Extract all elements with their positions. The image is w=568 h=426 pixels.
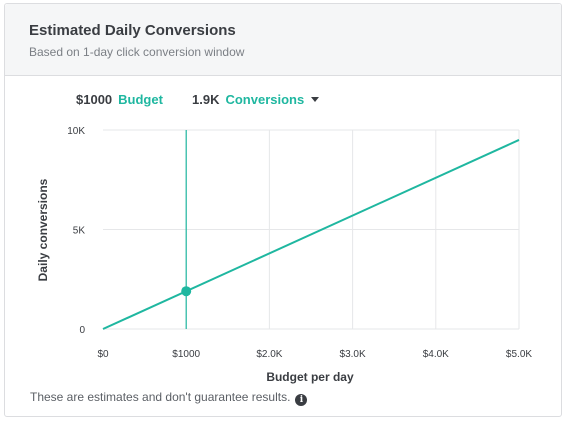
budget-marker-point[interactable] — [181, 286, 192, 297]
conversions-line — [102, 139, 520, 330]
y-tick-label: 5K — [73, 226, 86, 237]
x-axis-label: Budget per day — [266, 370, 354, 384]
x-tick-label: $4.0K — [423, 349, 449, 360]
info-icon[interactable]: i — [295, 394, 308, 406]
y-tick-label: 0 — [79, 325, 85, 336]
disclaimer-note: These are estimates and don't guarantee … — [30, 390, 308, 406]
x-tick-label: $0 — [97, 349, 109, 360]
chart-grid — [103, 129, 520, 330]
y-axis-label: Daily conversions — [36, 178, 50, 281]
disclaimer-text: These are estimates and don't guarantee … — [30, 390, 291, 404]
chart-series — [102, 139, 520, 330]
chart-ticks: $0 $1000 $2.0K $3.0K $4.0K $5.0K 0 5K 10K — [67, 126, 532, 360]
y-tick-label: 10K — [67, 126, 85, 137]
x-tick-label: $3.0K — [340, 349, 366, 360]
x-tick-label: $1000 — [172, 349, 200, 360]
x-tick-label: $5.0K — [506, 349, 532, 360]
conversion-chart[interactable]: $0 $1000 $2.0K $3.0K $4.0K $5.0K 0 5K 10K Budget… — [0, 0, 568, 426]
x-tick-label: $2.0K — [256, 349, 282, 360]
